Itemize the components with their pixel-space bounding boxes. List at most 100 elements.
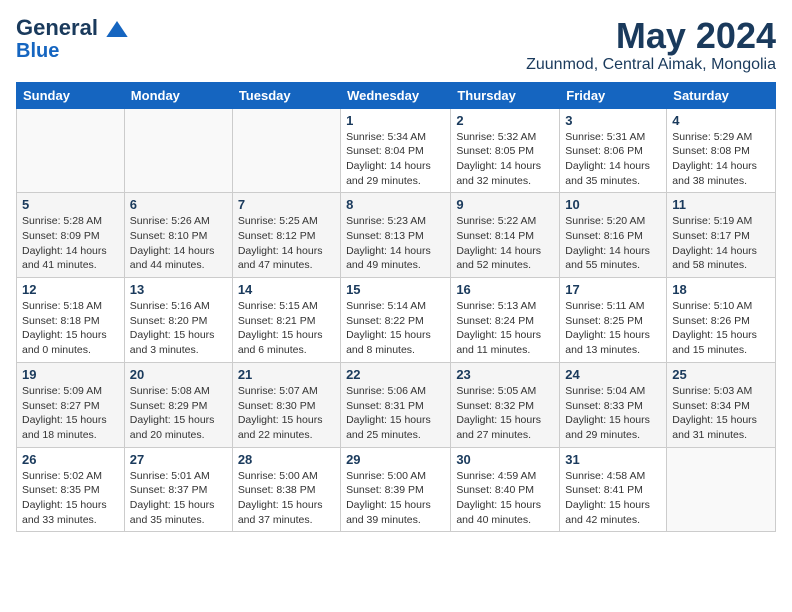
day-info: Sunrise: 5:18 AM Sunset: 8:18 PM Dayligh… bbox=[22, 299, 119, 358]
calendar-cell: 3 Sunrise: 5:31 AM Sunset: 8:06 PM Daylig… bbox=[560, 108, 667, 193]
day-info: Sunrise: 5:11 AM Sunset: 8:25 PM Dayligh… bbox=[565, 299, 661, 358]
calendar-cell: 25 Sunrise: 5:03 AM Sunset: 8:34 PM Dayli… bbox=[667, 362, 776, 447]
calendar-subtitle: Zuunmod, Central Aimak, Mongolia bbox=[526, 56, 776, 74]
calendar-cell: 15 Sunrise: 5:14 AM Sunset: 8:22 PM Dayli… bbox=[341, 278, 451, 363]
day-info: Sunrise: 5:10 AM Sunset: 8:26 PM Dayligh… bbox=[672, 299, 770, 358]
day-number: 5 bbox=[22, 197, 119, 212]
calendar-cell: 5 Sunrise: 5:28 AM Sunset: 8:09 PM Daylig… bbox=[17, 193, 125, 278]
day-info: Sunrise: 5:04 AM Sunset: 8:33 PM Dayligh… bbox=[565, 384, 661, 443]
calendar-cell: 23 Sunrise: 5:05 AM Sunset: 8:32 PM Dayli… bbox=[451, 362, 560, 447]
day-info: Sunrise: 5:02 AM Sunset: 8:35 PM Dayligh… bbox=[22, 469, 119, 528]
day-info: Sunrise: 5:08 AM Sunset: 8:29 PM Dayligh… bbox=[130, 384, 227, 443]
calendar-cell: 9 Sunrise: 5:22 AM Sunset: 8:14 PM Daylig… bbox=[451, 193, 560, 278]
day-number: 15 bbox=[346, 282, 445, 297]
day-number: 14 bbox=[238, 282, 335, 297]
calendar-cell: 16Sunrise: 5:13 AM Sunset: 8:24 PM Dayli… bbox=[451, 278, 560, 363]
day-info: Sunrise: 5:16 AM Sunset: 8:20 PM Dayligh… bbox=[130, 299, 227, 358]
day-info: Sunrise: 5:13 AM Sunset: 8:24 PM Dayligh… bbox=[456, 299, 554, 358]
day-number: 25 bbox=[672, 367, 770, 382]
day-number: 2 bbox=[456, 113, 554, 128]
day-number: 13 bbox=[130, 282, 227, 297]
calendar-cell: 24 Sunrise: 5:04 AM Sunset: 8:33 PM Dayli… bbox=[560, 362, 667, 447]
day-info: Sunrise: 5:26 AM Sunset: 8:10 PM Dayligh… bbox=[130, 214, 227, 273]
calendar-cell bbox=[17, 108, 125, 193]
weekday-header: Sunday bbox=[17, 82, 125, 108]
day-number: 17 bbox=[565, 282, 661, 297]
calendar-cell: 11 Sunrise: 5:19 AM Sunset: 8:17 PM Dayli… bbox=[667, 193, 776, 278]
day-info: Sunrise: 5:20 AM Sunset: 8:16 PM Dayligh… bbox=[565, 214, 661, 273]
calendar-cell: 21 Sunrise: 5:07 AM Sunset: 8:30 PM Dayli… bbox=[232, 362, 340, 447]
day-number: 28 bbox=[238, 452, 335, 467]
calendar-table: SundayMondayTuesdayWednesdayThursdayFrid… bbox=[16, 82, 776, 533]
calendar-cell: 27Sunrise: 5:01 AM Sunset: 8:37 PM Dayli… bbox=[124, 447, 232, 532]
calendar-cell: 12 Sunrise: 5:18 AM Sunset: 8:18 PM Dayli… bbox=[17, 278, 125, 363]
day-number: 19 bbox=[22, 367, 119, 382]
day-number: 6 bbox=[130, 197, 227, 212]
calendar-week-row: 5 Sunrise: 5:28 AM Sunset: 8:09 PM Daylig… bbox=[17, 193, 776, 278]
day-number: 8 bbox=[346, 197, 445, 212]
calendar-cell: 1Sunrise: 5:34 AM Sunset: 8:04 PM Daylig… bbox=[341, 108, 451, 193]
day-info: Sunrise: 5:07 AM Sunset: 8:30 PM Dayligh… bbox=[238, 384, 335, 443]
day-number: 26 bbox=[22, 452, 119, 467]
calendar-cell: 18Sunrise: 5:10 AM Sunset: 8:26 PM Dayli… bbox=[667, 278, 776, 363]
calendar-cell bbox=[667, 447, 776, 532]
calendar-week-row: 19 Sunrise: 5:09 AM Sunset: 8:27 PM Dayli… bbox=[17, 362, 776, 447]
calendar-week-row: 12 Sunrise: 5:18 AM Sunset: 8:18 PM Dayli… bbox=[17, 278, 776, 363]
day-number: 4 bbox=[672, 113, 770, 128]
day-number: 10 bbox=[565, 197, 661, 212]
calendar-cell: 8 Sunrise: 5:23 AM Sunset: 8:13 PM Daylig… bbox=[341, 193, 451, 278]
logo: General Blue bbox=[16, 16, 128, 62]
calendar-cell: 17 Sunrise: 5:11 AM Sunset: 8:25 PM Dayli… bbox=[560, 278, 667, 363]
day-info: Sunrise: 5:32 AM Sunset: 8:05 PM Dayligh… bbox=[456, 130, 554, 189]
day-number: 21 bbox=[238, 367, 335, 382]
calendar-cell: 10 Sunrise: 5:20 AM Sunset: 8:16 PM Dayli… bbox=[560, 193, 667, 278]
calendar-title: May 2024 bbox=[526, 16, 776, 56]
calendar-week-row: 1Sunrise: 5:34 AM Sunset: 8:04 PM Daylig… bbox=[17, 108, 776, 193]
weekday-header: Wednesday bbox=[341, 82, 451, 108]
calendar-cell: 29Sunrise: 5:00 AM Sunset: 8:39 PM Dayli… bbox=[341, 447, 451, 532]
day-number: 3 bbox=[565, 113, 661, 128]
day-info: Sunrise: 5:25 AM Sunset: 8:12 PM Dayligh… bbox=[238, 214, 335, 273]
weekday-header: Monday bbox=[124, 82, 232, 108]
day-info: Sunrise: 5:09 AM Sunset: 8:27 PM Dayligh… bbox=[22, 384, 119, 443]
calendar-cell: 28 Sunrise: 5:00 AM Sunset: 8:38 PM Dayli… bbox=[232, 447, 340, 532]
calendar-cell: 30Sunrise: 4:59 AM Sunset: 8:40 PM Dayli… bbox=[451, 447, 560, 532]
day-info: Sunrise: 4:59 AM Sunset: 8:40 PM Dayligh… bbox=[456, 469, 554, 528]
logo-text: General bbox=[16, 16, 128, 40]
day-info: Sunrise: 4:58 AM Sunset: 8:41 PM Dayligh… bbox=[565, 469, 661, 528]
day-number: 20 bbox=[130, 367, 227, 382]
day-number: 11 bbox=[672, 197, 770, 212]
day-number: 12 bbox=[22, 282, 119, 297]
calendar-cell bbox=[124, 108, 232, 193]
weekday-header: Saturday bbox=[667, 82, 776, 108]
calendar-cell: 14 Sunrise: 5:15 AM Sunset: 8:21 PM Dayli… bbox=[232, 278, 340, 363]
day-info: Sunrise: 5:19 AM Sunset: 8:17 PM Dayligh… bbox=[672, 214, 770, 273]
calendar-cell bbox=[232, 108, 340, 193]
calendar-cell: 2 Sunrise: 5:32 AM Sunset: 8:05 PM Daylig… bbox=[451, 108, 560, 193]
day-info: Sunrise: 5:00 AM Sunset: 8:38 PM Dayligh… bbox=[238, 469, 335, 528]
day-number: 22 bbox=[346, 367, 445, 382]
day-info: Sunrise: 5:28 AM Sunset: 8:09 PM Dayligh… bbox=[22, 214, 119, 273]
day-info: Sunrise: 5:15 AM Sunset: 8:21 PM Dayligh… bbox=[238, 299, 335, 358]
day-info: Sunrise: 5:01 AM Sunset: 8:37 PM Dayligh… bbox=[130, 469, 227, 528]
day-info: Sunrise: 5:14 AM Sunset: 8:22 PM Dayligh… bbox=[346, 299, 445, 358]
calendar-cell: 26 Sunrise: 5:02 AM Sunset: 8:35 PM Dayli… bbox=[17, 447, 125, 532]
calendar-week-row: 26 Sunrise: 5:02 AM Sunset: 8:35 PM Dayli… bbox=[17, 447, 776, 532]
day-number: 7 bbox=[238, 197, 335, 212]
day-info: Sunrise: 5:23 AM Sunset: 8:13 PM Dayligh… bbox=[346, 214, 445, 273]
day-info: Sunrise: 5:29 AM Sunset: 8:08 PM Dayligh… bbox=[672, 130, 770, 189]
calendar-cell: 13 Sunrise: 5:16 AM Sunset: 8:20 PM Dayli… bbox=[124, 278, 232, 363]
day-info: Sunrise: 5:22 AM Sunset: 8:14 PM Dayligh… bbox=[456, 214, 554, 273]
day-info: Sunrise: 5:05 AM Sunset: 8:32 PM Dayligh… bbox=[456, 384, 554, 443]
calendar-cell: 31Sunrise: 4:58 AM Sunset: 8:41 PM Dayli… bbox=[560, 447, 667, 532]
day-info: Sunrise: 5:03 AM Sunset: 8:34 PM Dayligh… bbox=[672, 384, 770, 443]
calendar-cell: 22Sunrise: 5:06 AM Sunset: 8:31 PM Dayli… bbox=[341, 362, 451, 447]
day-number: 9 bbox=[456, 197, 554, 212]
day-number: 23 bbox=[456, 367, 554, 382]
calendar-cell: 7 Sunrise: 5:25 AM Sunset: 8:12 PM Daylig… bbox=[232, 193, 340, 278]
header: General Blue May 2024 Zuunmod, Central A… bbox=[16, 16, 776, 74]
calendar-cell: 20 Sunrise: 5:08 AM Sunset: 8:29 PM Dayli… bbox=[124, 362, 232, 447]
weekday-header: Tuesday bbox=[232, 82, 340, 108]
day-number: 24 bbox=[565, 367, 661, 382]
day-info: Sunrise: 5:31 AM Sunset: 8:06 PM Dayligh… bbox=[565, 130, 661, 189]
